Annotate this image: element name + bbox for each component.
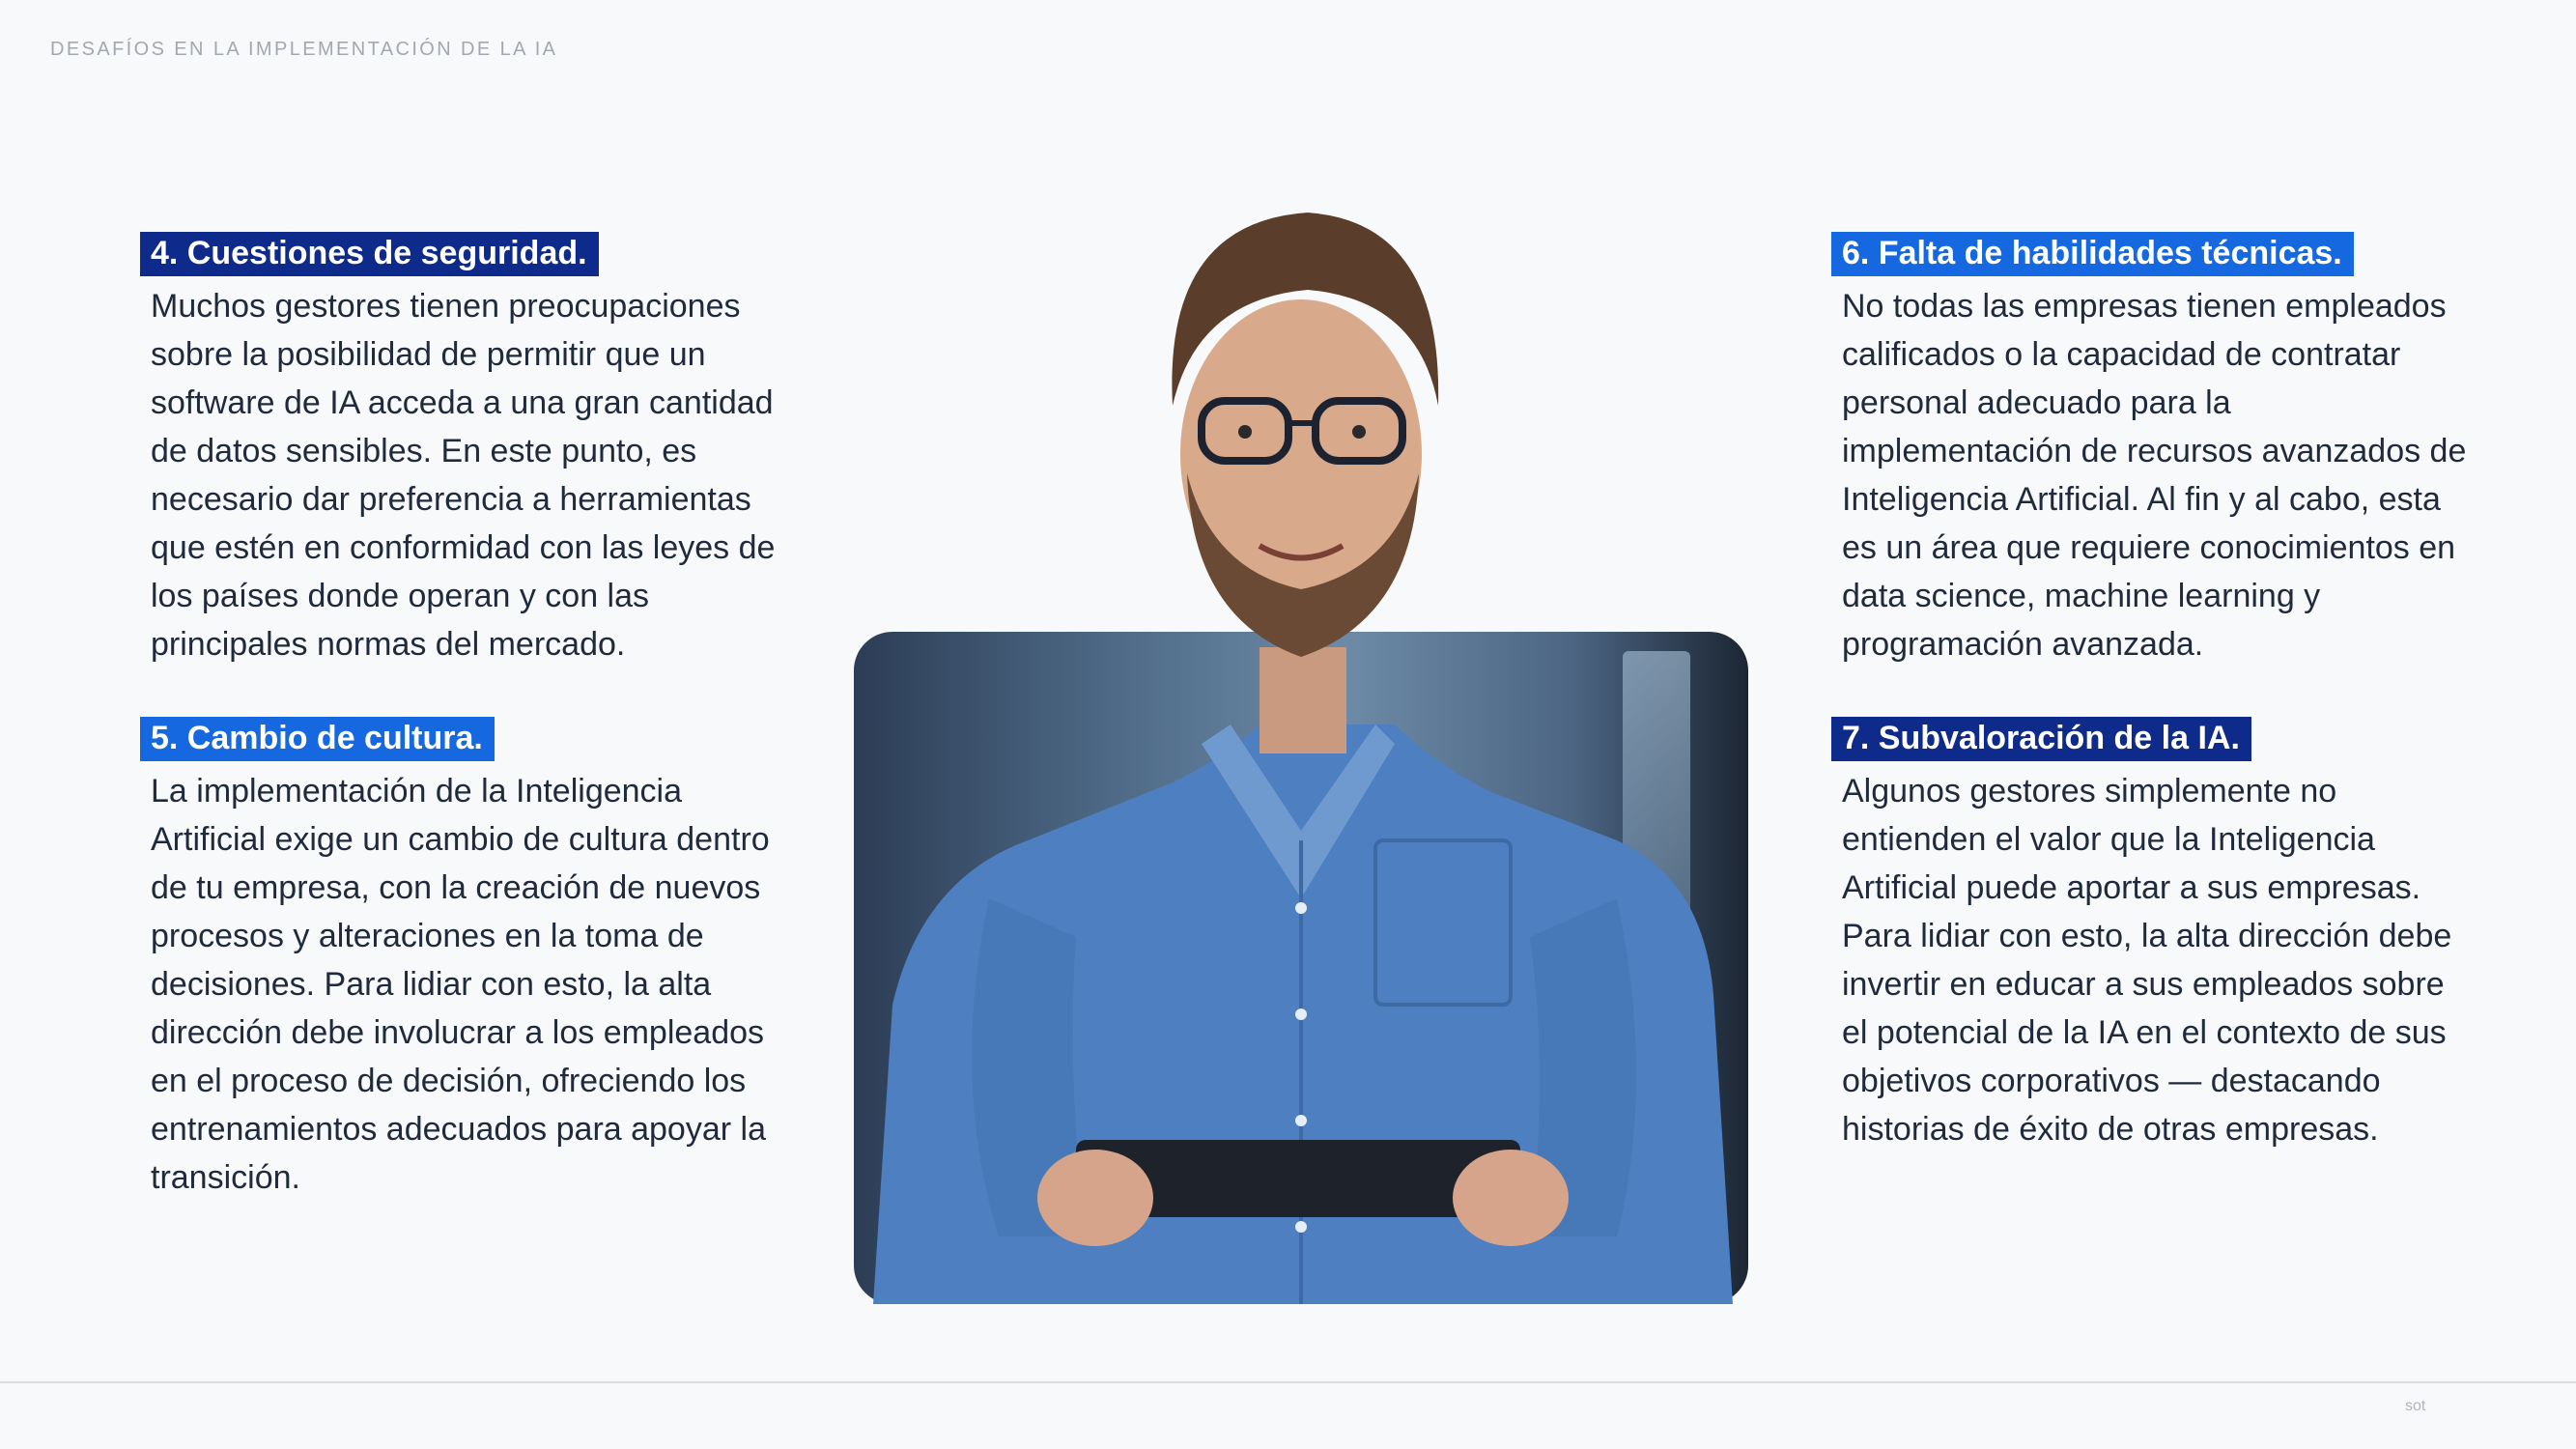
- section-heading-skills: 6. Falta de habilidades técnicas.: [1831, 232, 2354, 276]
- footer-divider: [0, 1381, 2576, 1383]
- person-illustration: [873, 213, 1733, 1304]
- section-undervaluation: 7. Subvaloración de la IA. Algunos gesto…: [1831, 717, 2469, 1153]
- section-body-culture: La implementación de la Inteligencia Art…: [151, 773, 770, 1196]
- section-security: 4. Cuestiones de seguridad. Muchos gesto…: [140, 232, 778, 668]
- section-heading-undervaluation: 7. Subvaloración de la IA.: [1831, 717, 2251, 761]
- section-body-undervaluation: Algunos gestores simplemente no entiende…: [1842, 773, 2452, 1148]
- slide-header: DESAFÍOS EN LA IMPLEMENTACIÓN DE LA IA: [50, 39, 558, 60]
- photo-man-with-tablet: [854, 164, 1748, 1304]
- section-body-security: Muchos gestores tienen preocupaciones so…: [151, 288, 776, 663]
- section-culture: 5. Cambio de cultura. La implementación …: [140, 717, 778, 1202]
- section-heading-security: 4. Cuestiones de seguridad.: [140, 232, 599, 276]
- section-heading-culture: 5. Cambio de cultura.: [140, 717, 495, 761]
- section-skills: 6. Falta de habilidades técnicas. No tod…: [1831, 232, 2469, 668]
- page-number: sot: [2405, 1398, 2426, 1414]
- section-body-skills: No todas las empresas tienen empleados c…: [1842, 288, 2467, 663]
- left-column: 4. Cuestiones de seguridad. Muchos gesto…: [140, 232, 778, 1202]
- right-column: 6. Falta de habilidades técnicas. No tod…: [1831, 232, 2469, 1153]
